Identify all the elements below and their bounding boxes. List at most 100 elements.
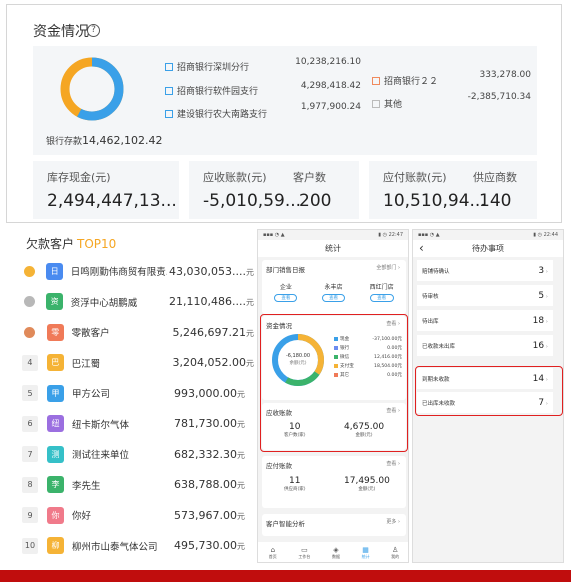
avatar: 纽	[47, 415, 64, 432]
tab-stats[interactable]: ▦ 统计	[362, 546, 370, 560]
workbench-icon: ▭	[301, 546, 308, 554]
debt-amount: 5,246,697.21元	[173, 326, 254, 339]
legend-square-icon	[165, 109, 173, 118]
debt-amount: 993,000.00元	[174, 387, 245, 400]
account-value: 10,238,216.10	[295, 57, 361, 67]
bank-total: 银行存款14,462,102.42	[46, 134, 163, 147]
account-name: 招商银行深圳分行	[177, 63, 250, 73]
highlight-box	[415, 366, 563, 416]
receivable-card[interactable]: 应收账款(元) -5,010,59... 客户数 200	[189, 161, 359, 219]
tab-data-label: 数据	[331, 554, 340, 559]
unit-label: 元	[236, 481, 245, 490]
customer-count-value: 200	[299, 191, 332, 211]
unit-label: 元	[246, 267, 254, 277]
debt-value: 682,332.30	[174, 447, 237, 461]
top10-title: 欠款客户 TOP10	[26, 235, 116, 252]
chevron-right-icon: ›	[545, 343, 548, 350]
todo-item[interactable]: 待审核 5 ›	[417, 285, 553, 306]
payable-view-link[interactable]: 查看 ›	[386, 460, 400, 467]
debt-amount: 638,788.00元	[174, 478, 245, 491]
debtor-row[interactable]: 10 柳柳州市山泰气体公司 495,730.00元	[22, 531, 254, 561]
customer-analysis-card[interactable]: 客户智能分析 更多 ›	[262, 514, 406, 536]
account-value: 333,278.00	[479, 70, 531, 80]
supplier-count-label: 供应商数	[473, 171, 517, 184]
debtor-row[interactable]: 资资浮中心胡鹏威 21,110,486....元	[22, 287, 254, 317]
debtor-row[interactable]: 6 纽纽卡斯尔气体 781,730.00元	[22, 409, 254, 439]
debt-amount: 682,332.30元	[174, 448, 245, 461]
sales-report-title: 部门销售日报	[266, 266, 305, 274]
debtor-row[interactable]: 8 李李先生 638,788.00元	[22, 470, 254, 500]
debtor-row[interactable]: 9 你你好 573,967.00元	[22, 500, 254, 530]
rank-number: 5	[22, 385, 38, 401]
todo-count: 16	[532, 340, 545, 351]
back-icon[interactable]: ‹	[419, 240, 424, 257]
avatar: 巴	[46, 354, 64, 371]
customer-name: 测试往来单位	[72, 450, 130, 461]
rank-number: 10	[22, 537, 38, 554]
legend-square-icon	[372, 76, 380, 85]
payable-amount-label: 金额(元)	[358, 487, 376, 492]
debtor-row[interactable]: 7 测测试往来单位 682,332.30元	[22, 439, 254, 469]
debt-amount: 495,730.00元	[174, 539, 245, 552]
chevron-right-icon: ›	[545, 318, 548, 325]
funds-summary: 银行存款14,462,102.42 招商银行深圳分行 10,238,216.10…	[33, 46, 537, 155]
todo-count: 18	[532, 315, 545, 326]
tab-workbench-label: 工作台	[298, 554, 311, 559]
todo-label: 赔铺待确认	[422, 268, 450, 275]
tab-data[interactable]: ◈ 数据	[332, 546, 340, 560]
avatar: 李	[47, 476, 64, 493]
medal-icon	[22, 294, 37, 310]
unit-label: 元	[236, 542, 245, 551]
store-item: 永丰店 查看	[321, 282, 345, 302]
help-icon[interactable]: ?	[87, 24, 100, 37]
unit-label: 元	[236, 450, 245, 460]
avatar: 日	[46, 262, 63, 280]
supplier-count-value: 140	[479, 191, 512, 211]
customer-count-label: 客户数	[293, 171, 326, 184]
debt-value: 21,110,486....	[169, 295, 246, 308]
todo-item[interactable]: 已收款未出库 16 ›	[417, 335, 553, 356]
tab-home[interactable]: ⌂ 首页	[269, 546, 277, 560]
debtor-top10-panel: 欠款客户 TOP10 日日鸣刚勤伟商贸有限责... 43,030,053....元资…	[4, 228, 256, 562]
tab-stats-label: 统计	[361, 554, 370, 559]
tab-profile[interactable]: ♙ 我的	[391, 546, 399, 560]
avatar: 测	[47, 445, 64, 463]
avatar: 零	[46, 323, 64, 341]
stats-page-title: 统计	[258, 240, 408, 257]
debtor-row[interactable]: 日日鸣刚勤伟商贸有限责... 43,030,053....元	[22, 256, 254, 286]
payable-count-label: 供应商(家)	[284, 487, 306, 492]
bottom-tab-bar: ⌂ 首页 ▭ 工作台 ◈ 数据 ▦ 统计 ♙ 我的	[258, 542, 408, 562]
store-view-button[interactable]: 查看	[321, 294, 345, 302]
store-view-button[interactable]: 查看	[274, 294, 298, 302]
cash-card[interactable]: 库存现金(元) 2,494,447,13...	[33, 161, 179, 219]
customer-name: 资浮中心胡鹏威	[70, 297, 138, 309]
payable-card[interactable]: 应付账款(元) 10,510,94... 供应商数 140	[369, 161, 537, 219]
profile-icon: ♙	[392, 546, 399, 554]
store-item: 西红门店 查看	[369, 282, 394, 302]
bank-total-label: 银行存款	[46, 137, 83, 147]
store-view-button[interactable]: 查看	[369, 294, 394, 302]
account-row: 招商银行软件园支行	[165, 84, 258, 97]
debtor-row[interactable]: 5 甲甲方公司 993,000.00元	[22, 378, 254, 408]
tab-workbench[interactable]: ▭ 工作台	[298, 546, 310, 560]
customer-analysis-title: 客户智能分析	[266, 520, 305, 528]
todo-count: 3	[538, 265, 545, 276]
todo-label: 待出库	[422, 318, 439, 325]
todo-label: 待审核	[422, 293, 439, 300]
unit-label: 元	[236, 389, 245, 399]
top10-title-text: 欠款客户	[26, 237, 75, 251]
debtor-row[interactable]: 零零散客户 5,246,697.21元	[22, 317, 254, 347]
payable-card-mobile[interactable]: 应付账款 查看 › 11 供应商(家) 17,495.00 金额(元)	[262, 456, 406, 508]
debt-value: 5,246,697.21	[172, 325, 247, 339]
todo-item[interactable]: 待出库 18 ›	[417, 310, 553, 331]
payable-value: 10,510,94...	[383, 191, 486, 211]
customer-analysis-more-link[interactable]: 更多 ›	[386, 518, 400, 525]
payable-amount: 17,495.00 金额(元)	[344, 476, 390, 492]
stats-icon: ▦	[362, 546, 369, 554]
status-bar: ▪▪▪ ◔ ▲ ▮ ◷ 22:44	[413, 230, 563, 240]
debtor-row[interactable]: 4 巴巴江蜀 3,204,052.00元	[22, 348, 254, 378]
all-departments-link[interactable]: 全部部门 ›	[376, 264, 400, 271]
todo-item[interactable]: 赔铺待确认 3 ›	[417, 260, 553, 281]
data-icon: ◈	[333, 546, 339, 554]
payable-amount-value: 17,495.00	[344, 476, 390, 486]
